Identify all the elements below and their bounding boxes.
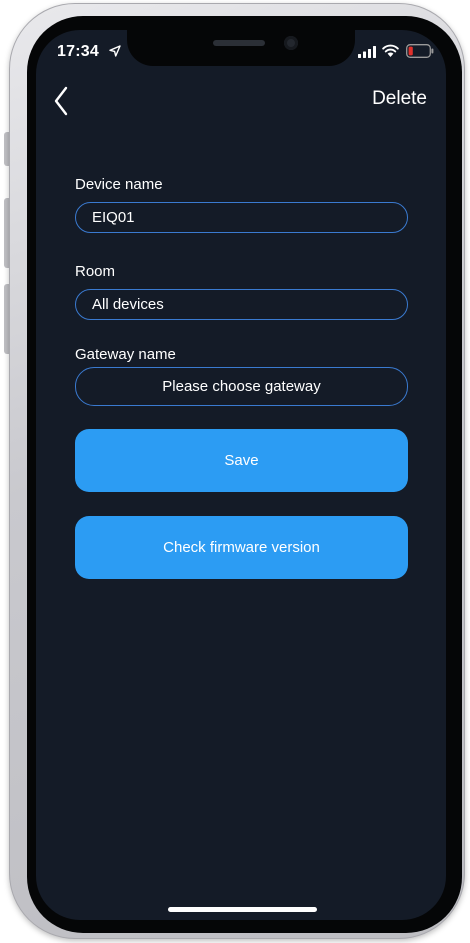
wifi-icon — [382, 44, 399, 57]
status-time: 17:34 — [57, 43, 99, 60]
save-button[interactable]: Save — [75, 429, 408, 492]
location-arrow-icon — [109, 45, 121, 57]
speaker-grille — [213, 40, 265, 46]
notch — [127, 30, 355, 66]
delete-button[interactable]: Delete — [372, 88, 427, 110]
gateway-select[interactable]: Please choose gateway — [75, 367, 408, 406]
device-settings-screen: 17:34 Delete Device name EIQ01 Room All … — [36, 30, 446, 920]
battery-low-icon — [406, 44, 434, 58]
home-indicator[interactable] — [168, 907, 317, 912]
gateway-name-label: Gateway name — [75, 346, 176, 363]
cellular-signal-icon — [358, 46, 376, 58]
device-name-label: Device name — [75, 176, 163, 193]
front-camera — [284, 36, 298, 50]
room-label: Room — [75, 263, 116, 280]
back-button[interactable] — [48, 84, 76, 118]
page: 17:34 Delete Device name EIQ01 Room All … — [0, 0, 470, 943]
device-name-input[interactable]: EIQ01 — [75, 202, 408, 233]
room-input[interactable]: All devices — [75, 289, 408, 320]
check-firmware-button[interactable]: Check firmware version — [75, 516, 408, 579]
chevron-left-icon — [54, 86, 68, 116]
